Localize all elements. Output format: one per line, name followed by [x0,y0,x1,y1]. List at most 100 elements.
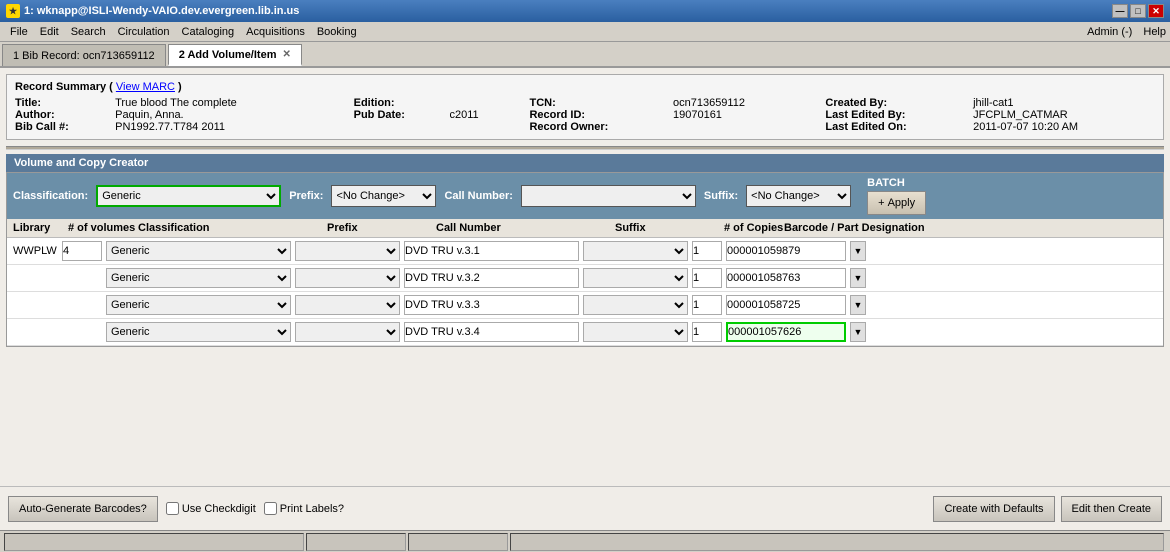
apply-button[interactable]: + Apply [867,191,926,215]
row3-menu-button[interactable]: ▼ [850,295,866,315]
divider[interactable] [6,146,1164,150]
row1-barcode[interactable] [726,241,846,261]
batch-callnum-select[interactable] [521,185,696,207]
suffix-batch-label: Suffix: [704,190,738,202]
row3-suffix[interactable] [583,295,688,315]
menu-booking[interactable]: Booking [311,24,363,40]
record-id-label: Record ID: [529,109,673,121]
column-headers: Library # of volumes Classification Pref… [7,219,1163,238]
menu-bar: File Edit Search Circulation Cataloging … [0,22,1170,42]
title-bar: ★ 1: wknapp@ISLI-Wendy-VAIO.dev.evergree… [0,0,1170,22]
auto-generate-button[interactable]: Auto-Generate Barcodes? [8,496,158,522]
prefix-batch-label: Prefix: [289,190,323,202]
tab-add-volume[interactable]: 2 Add Volume/Item ✕ [168,44,302,66]
edition-value [449,97,529,109]
author-value: Paquin, Anna. [115,109,354,121]
menu-circulation[interactable]: Circulation [112,24,176,40]
row1-callnum[interactable] [404,241,579,261]
created-by-label: Created By: [825,97,973,109]
table-row: Generic ▼ [7,265,1163,292]
status-segment-2 [306,533,406,551]
tcn-value: ocn713659112 [673,97,825,109]
bottom-bar: Auto-Generate Barcodes? Use Checkdigit P… [0,486,1170,530]
row2-suffix[interactable] [583,268,688,288]
record-id-value: 19070161 [673,109,825,121]
menu-search[interactable]: Search [65,24,112,40]
row1-classification[interactable]: Generic [106,241,291,261]
minimize-button[interactable]: — [1112,4,1128,18]
row4-suffix[interactable] [583,322,688,342]
col-prefix: Prefix [327,222,436,234]
create-defaults-button[interactable]: Create with Defaults [933,496,1054,522]
status-bar [0,530,1170,552]
record-summary-header: Record Summary ( View MARC ) [15,81,1155,93]
col-callnum: Call Number [436,222,615,234]
col-classification: Classification [138,222,327,234]
last-edited-by-value: JFCPLM_CATMAR [973,109,1155,121]
row4-copies[interactable] [692,322,722,342]
use-checkdigit-label[interactable]: Use Checkdigit [166,502,256,515]
volume-creator-header: Volume and Copy Creator [6,154,1164,172]
row3-classification[interactable]: Generic [106,295,291,315]
author-label: Author: [15,109,115,121]
status-segment-3 [408,533,508,551]
col-library: Library [13,222,68,234]
apply-label: Apply [888,197,916,209]
record-owner-value [673,121,825,133]
table-row: Generic ▼ [7,319,1163,346]
batch-prefix-select[interactable]: <No Change> [331,185,436,207]
row2-copies[interactable] [692,268,722,288]
batch-classification-select[interactable]: Generic [96,185,281,207]
edit-create-button[interactable]: Edit then Create [1061,496,1163,522]
row2-menu-button[interactable]: ▼ [850,268,866,288]
row2-callnum[interactable] [404,268,579,288]
close-button[interactable]: ✕ [1148,4,1164,18]
menu-acquisitions[interactable]: Acquisitions [240,24,311,40]
row2-classification[interactable]: Generic [106,268,291,288]
app-icon: ★ [6,4,20,18]
window-title: 1: wknapp@ISLI-Wendy-VAIO.dev.evergreen.… [24,5,1112,17]
row1-prefix[interactable] [295,241,400,261]
last-edited-on-label: Last Edited On: [825,121,973,133]
maximize-button[interactable]: □ [1130,4,1146,18]
last-edited-by-label: Last Edited By: [825,109,973,121]
help-link[interactable]: Help [1143,26,1166,38]
row3-callnum[interactable] [404,295,579,315]
admin-label[interactable]: Admin (-) [1087,26,1132,38]
row2-barcode[interactable] [726,268,846,288]
menu-edit[interactable]: Edit [34,24,65,40]
row3-copies[interactable] [692,295,722,315]
print-labels-checkbox[interactable] [264,502,277,515]
edition-label: Edition: [354,97,450,109]
row3-barcode[interactable] [726,295,846,315]
tab-bib-record[interactable]: 1 Bib Record: ocn713659112 [2,44,166,66]
last-edited-on-value: 2011-07-07 10:20 AM [973,121,1155,133]
use-checkdigit-checkbox[interactable] [166,502,179,515]
classification-batch-label: Classification: [13,190,88,202]
row2-prefix[interactable] [295,268,400,288]
row4-callnum[interactable] [404,322,579,342]
row4-prefix[interactable] [295,322,400,342]
print-labels-label[interactable]: Print Labels? [264,502,344,515]
row1-menu-button[interactable]: ▼ [850,241,866,261]
row1-copies[interactable] [692,241,722,261]
bottom-left-controls: Auto-Generate Barcodes? Use Checkdigit P… [8,496,344,522]
row4-menu-button[interactable]: ▼ [850,322,866,342]
status-segment-4 [510,533,1164,551]
tab-add-volume-label: 2 Add Volume/Item [179,49,277,61]
row4-barcode[interactable] [726,322,846,342]
row3-prefix[interactable] [295,295,400,315]
menu-cataloging[interactable]: Cataloging [176,24,241,40]
row1-volumes[interactable] [62,241,102,261]
batch-suffix-select[interactable]: <No Change> [746,185,851,207]
row1-suffix[interactable] [583,241,688,261]
title-label: Title: [15,97,115,109]
view-marc-link[interactable]: View MARC [116,81,175,93]
tab-close-icon[interactable]: ✕ [282,49,290,60]
tab-bib-record-label: 1 Bib Record: ocn713659112 [13,50,155,62]
menu-file[interactable]: File [4,24,34,40]
col-suffix: Suffix [615,222,724,234]
tab-bar: 1 Bib Record: ocn713659112 2 Add Volume/… [0,42,1170,68]
title-value: True blood The complete [115,97,354,109]
row4-classification[interactable]: Generic [106,322,291,342]
